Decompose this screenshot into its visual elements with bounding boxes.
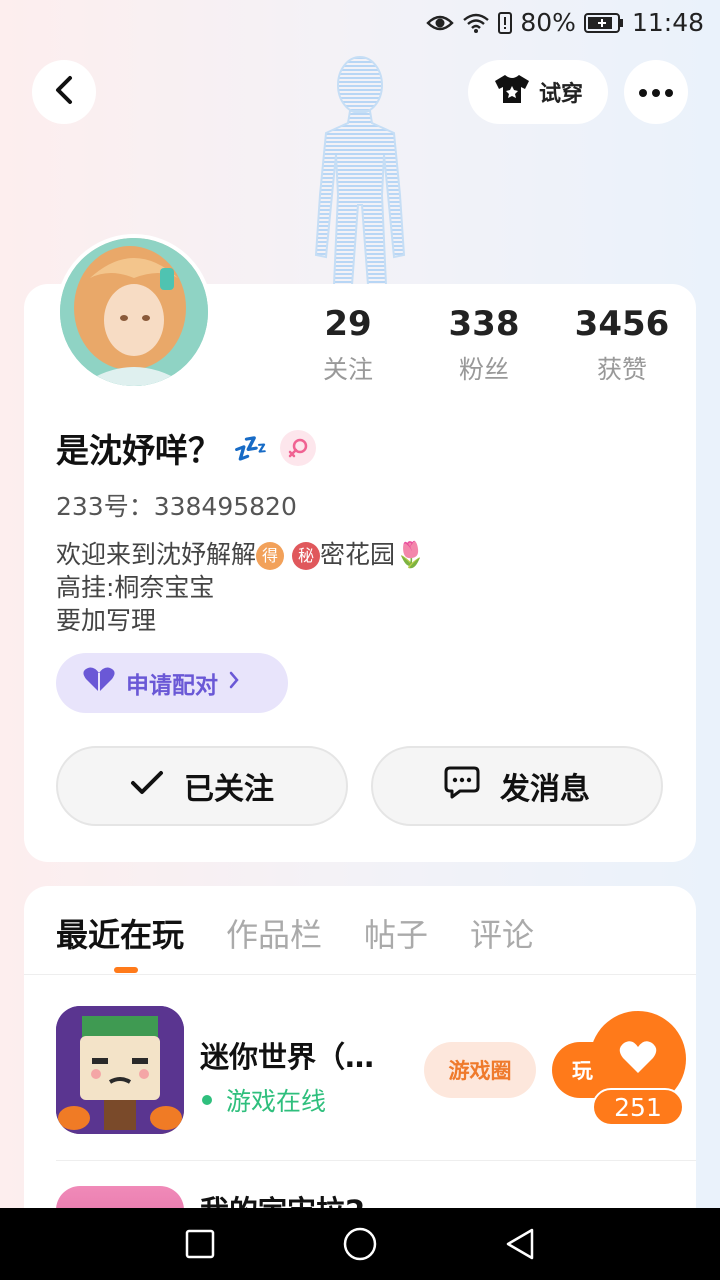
back-nav-button[interactable]: [500, 1226, 540, 1266]
stat-followers[interactable]: 338 粉丝: [396, 302, 572, 386]
name-row: 是沈妤咩？ 💤: [56, 424, 316, 472]
bio-line-2: 高挂:桐奈宝宝: [56, 573, 215, 602]
tab-comments[interactable]: 评论: [470, 910, 534, 956]
followed-label: 已关注: [184, 772, 274, 807]
avatar[interactable]: [56, 234, 212, 390]
followers-label: 粉丝: [458, 355, 509, 384]
tshirt-icon: [493, 73, 531, 111]
heart-icon: [618, 1039, 658, 1079]
active-tab-indicator: [114, 967, 138, 973]
battery-icon: [583, 12, 624, 34]
check-icon: [130, 769, 164, 804]
bio-line-3: 要加写理: [56, 606, 157, 635]
tab-posts[interactable]: 帖子: [364, 910, 428, 956]
tab-recent-play[interactable]: 最近在玩: [56, 910, 184, 956]
recents-button[interactable]: [180, 1226, 220, 1266]
tab-divider: [24, 974, 696, 975]
followed-button[interactable]: 已关注: [56, 746, 348, 826]
chat-bubble-icon: [444, 765, 480, 807]
bio-emoji-de: 得: [256, 542, 285, 570]
female-icon: [279, 430, 316, 466]
likes-count: 3456: [574, 304, 670, 344]
apply-match-label: 申请配对: [126, 673, 218, 699]
try-on-label: 试穿: [538, 82, 583, 107]
stat-likes[interactable]: 3456 获赞: [572, 302, 672, 386]
eye-icon: [426, 13, 455, 33]
send-message-label: 发消息: [500, 772, 590, 807]
send-message-button[interactable]: 发消息: [371, 746, 663, 826]
bio-emoji-mi: 秘: [291, 542, 320, 570]
user-id: 233号：338495820: [56, 492, 297, 521]
chevron-right-icon: [228, 670, 240, 696]
avatar-figure: [290, 45, 430, 286]
apply-match-button[interactable]: 申请配对: [56, 653, 288, 713]
game-circle-button[interactable]: 游戏圈: [424, 1042, 536, 1098]
chevron-left-icon: [53, 75, 75, 109]
game-title-next: 我的宇宙拉2: [200, 1188, 365, 1210]
wifi-icon: [462, 12, 490, 34]
battery-percent: 80%: [520, 8, 576, 37]
try-on-button[interactable]: 试穿: [468, 60, 608, 124]
home-button[interactable]: [340, 1226, 380, 1266]
profile-tabs: 最近在玩 作品栏 帖子 评论: [56, 910, 534, 956]
heart-pair-icon: [82, 666, 116, 700]
status-bar: 80% 11:48: [0, 0, 720, 50]
online-dot: [202, 1095, 212, 1105]
following-label: 关注: [322, 355, 373, 384]
system-nav-bar: [0, 1208, 720, 1280]
game-icon: [56, 1006, 184, 1134]
like-count: 251: [592, 1088, 684, 1126]
online-label: 游戏在线: [226, 1087, 327, 1116]
clock: 11:48: [631, 8, 704, 37]
followers-count: 338: [448, 304, 520, 344]
bio-line-1: 欢迎来到沈妤解解得 秘密花园🌷: [56, 540, 427, 570]
following-count: 29: [324, 304, 372, 344]
more-button[interactable]: [624, 60, 688, 124]
game-title: 迷你世界（…: [200, 1040, 375, 1074]
profile-stats: 29 关注 338 粉丝 3456 获赞: [300, 302, 690, 386]
square-icon: [185, 1229, 215, 1263]
triangle-back-icon: [504, 1227, 536, 1265]
game-online-status: 游戏在线: [202, 1082, 326, 1118]
battery-alert-icon: [498, 11, 513, 35]
circle-icon: [342, 1226, 378, 1266]
likes-label: 获赞: [596, 355, 647, 384]
row-divider: [56, 1160, 696, 1161]
tab-works[interactable]: 作品栏: [226, 910, 322, 956]
more-horizontal-icon: [638, 83, 674, 102]
stat-following[interactable]: 29 关注: [300, 302, 396, 386]
back-button[interactable]: [32, 60, 96, 124]
user-name: 是沈妤咩？: [56, 431, 221, 470]
bio: 欢迎来到沈妤解解得 秘密花园🌷 高挂:桐奈宝宝 要加写理: [56, 538, 426, 637]
sleep-emoji: 💤: [233, 431, 268, 465]
tulip-emoji: 🌷: [394, 540, 427, 569]
